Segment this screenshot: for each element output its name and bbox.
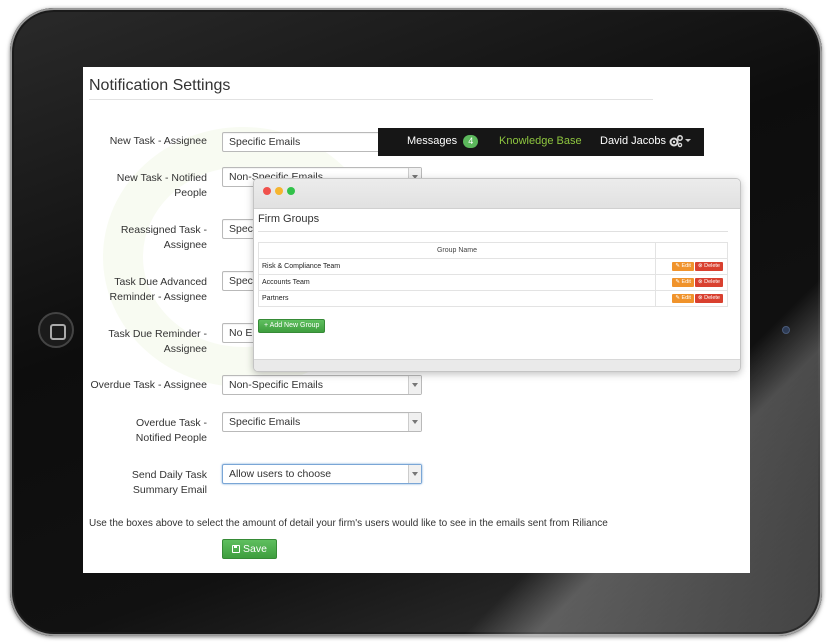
knowledge-base-link[interactable]: Knowledge Base — [499, 135, 582, 147]
group-name: Risk & Compliance Team — [258, 258, 656, 275]
setting-select[interactable]: Allow users to choose — [222, 464, 422, 484]
firm-groups-title: Firm Groups — [258, 213, 320, 225]
group-name: Partners — [258, 290, 656, 307]
modal-divider — [258, 231, 728, 232]
setting-label: Overdue Task - Assignee — [90, 379, 207, 391]
row-actions: ✎ Edit ⊗ Delete — [655, 258, 728, 275]
window-footer — [254, 359, 740, 371]
row-actions: ✎ Edit ⊗ Delete — [655, 274, 728, 291]
table-row: Risk & Compliance Team ✎ Edit ⊗ Delete — [258, 258, 728, 275]
setting-label: Overdue Task - Notified People — [135, 417, 207, 444]
floppy-icon — [232, 545, 241, 553]
chevron-down-icon[interactable] — [685, 139, 691, 142]
delete-button[interactable]: ⊗ Delete — [694, 294, 723, 303]
setting-label: Task Due Reminder - Assignee — [108, 328, 207, 355]
setting-label: New Task - Assignee — [109, 135, 207, 147]
chevron-down-icon — [408, 376, 421, 394]
firm-groups-table: Group Name Risk & Compliance Team ✎ Edit… — [258, 242, 728, 307]
save-button[interactable]: Save — [222, 539, 277, 559]
setting-label: Send Daily Task Summary Email — [131, 469, 207, 496]
setting-label: Task Due Advanced Reminder - Assignee — [109, 276, 207, 303]
edit-button[interactable]: ✎ Edit — [672, 294, 694, 303]
setting-label: New Task - Notified People — [116, 172, 207, 199]
group-name: Accounts Team — [258, 274, 656, 291]
add-new-group-button[interactable]: + Add New Group — [258, 319, 326, 333]
user-menu[interactable]: David Jacobs — [600, 135, 666, 147]
maximize-window-icon[interactable] — [287, 187, 295, 195]
help-text: Use the boxes above to select the amount… — [89, 518, 608, 529]
minimize-window-icon[interactable] — [275, 187, 283, 195]
group-name-header: Group Name — [258, 242, 656, 259]
top-navbar: Messages 4 Knowledge Base David Jacobs — [378, 128, 704, 156]
title-divider — [89, 99, 653, 100]
messages-link[interactable]: Messages 4 — [407, 135, 479, 148]
page-title: Notification Settings — [89, 77, 231, 94]
row-actions: ✎ Edit ⊗ Delete — [655, 290, 728, 307]
gear-icon[interactable] — [668, 134, 684, 148]
table-header-row: Group Name — [258, 242, 728, 259]
firm-groups-window: Firm Groups Group Name Risk & Compliance… — [253, 178, 741, 372]
setting-label: Reassigned Task - Assignee — [120, 224, 207, 251]
delete-button[interactable]: ⊗ Delete — [694, 262, 723, 271]
messages-count-badge: 4 — [463, 135, 479, 148]
setting-select[interactable]: Specific Emails — [222, 412, 422, 432]
window-titlebar[interactable] — [254, 179, 740, 209]
setting-select[interactable]: Non-Specific Emails — [222, 375, 422, 395]
close-window-icon[interactable] — [263, 187, 271, 195]
table-row: Partners ✎ Edit ⊗ Delete — [258, 290, 728, 307]
delete-button[interactable]: ⊗ Delete — [694, 278, 723, 287]
home-button[interactable] — [38, 312, 74, 348]
edit-button[interactable]: ✎ Edit — [672, 278, 694, 287]
camera — [782, 326, 790, 334]
actions-header — [655, 242, 728, 259]
edit-button[interactable]: ✎ Edit — [672, 262, 694, 271]
chevron-down-icon — [408, 413, 421, 431]
table-row: Accounts Team ✎ Edit ⊗ Delete — [258, 274, 728, 291]
chevron-down-icon — [408, 465, 421, 483]
